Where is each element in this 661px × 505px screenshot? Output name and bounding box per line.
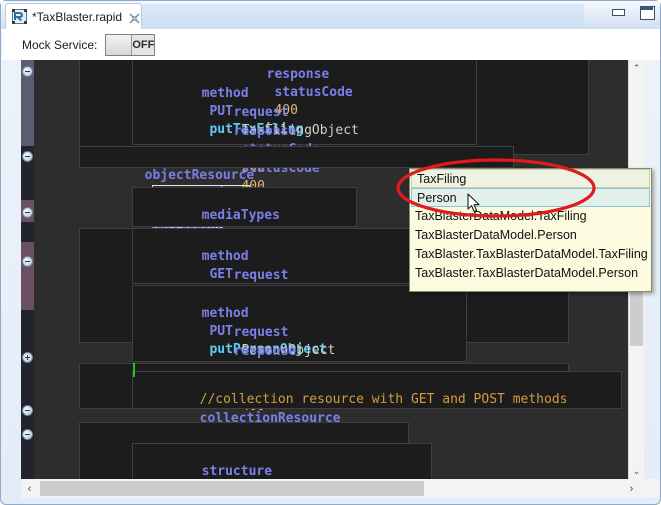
mouse-cursor	[467, 193, 481, 219]
tab-strip-empty-area	[142, 4, 584, 30]
fold-toggle-icon[interactable]	[22, 405, 33, 416]
fold-toggle-icon[interactable]	[22, 207, 33, 218]
title-bar: *TaxBlaster.rapid	[1, 1, 660, 30]
autocomplete-item-full-taxfiling[interactable]: TaxBlaster.TaxBlasterDataModel.TaxFiling	[410, 245, 651, 264]
fold-toggle-icon[interactable]	[22, 256, 33, 267]
minimize-button[interactable]	[610, 5, 626, 19]
caret	[133, 363, 135, 377]
mock-service-toggle[interactable]: OFF	[105, 33, 156, 56]
code-line-filingid: filingID : string	[171, 464, 296, 479]
rapid-file-icon	[12, 9, 27, 24]
autocomplete-item-full-person[interactable]: TaxBlaster.TaxBlasterDataModel.Person	[410, 264, 651, 283]
toggle-knob	[106, 34, 133, 55]
scroll-down-icon[interactable]: ⌄	[629, 463, 644, 479]
maximize-button[interactable]	[638, 5, 655, 20]
autocomplete-item-datamodel-taxfiling[interactable]: TaxBlasterDataModel.TaxFiling	[410, 207, 651, 226]
window-controls	[610, 5, 655, 20]
scrollbar-corner	[643, 479, 660, 498]
close-icon[interactable]	[129, 11, 140, 24]
scroll-left-icon[interactable]: ‹	[21, 479, 38, 498]
horizontal-scroll-thumb[interactable]	[40, 481, 424, 496]
autocomplete-item-taxfiling[interactable]: TaxFiling	[411, 169, 650, 188]
scroll-right-icon[interactable]: ›	[623, 479, 640, 498]
gutter-change-stripe	[21, 222, 34, 242]
scroll-up-icon[interactable]: ⌃	[629, 60, 644, 76]
editor-tab-label: *TaxBlaster.rapid	[32, 9, 123, 24]
gutter-change-stripe	[21, 242, 34, 310]
editor-gutter[interactable]	[21, 60, 34, 479]
application-window: *TaxBlaster.rapid Mock Service: OFF resp…	[0, 0, 661, 505]
fold-toggle-icon[interactable]	[22, 352, 33, 363]
mock-service-label: Mock Service:	[22, 37, 98, 52]
fold-toggle-icon[interactable]	[22, 151, 33, 162]
fold-toggle-icon[interactable]	[22, 66, 33, 77]
autocomplete-popup[interactable]: TaxFiling Person TaxBlasterDataModel.Tax…	[409, 168, 652, 292]
editor-tab-taxblaster[interactable]: *TaxBlaster.rapid	[5, 3, 142, 29]
autocomplete-item-person[interactable]: Person	[411, 188, 650, 207]
toggle-state-label: OFF	[132, 34, 155, 55]
horizontal-scrollbar[interactable]: ‹ ›	[21, 479, 643, 498]
toolbar: Mock Service: OFF	[2, 29, 660, 60]
fold-toggle-icon[interactable]	[22, 429, 33, 440]
autocomplete-item-datamodel-person[interactable]: TaxBlasterDataModel.Person	[410, 226, 651, 245]
